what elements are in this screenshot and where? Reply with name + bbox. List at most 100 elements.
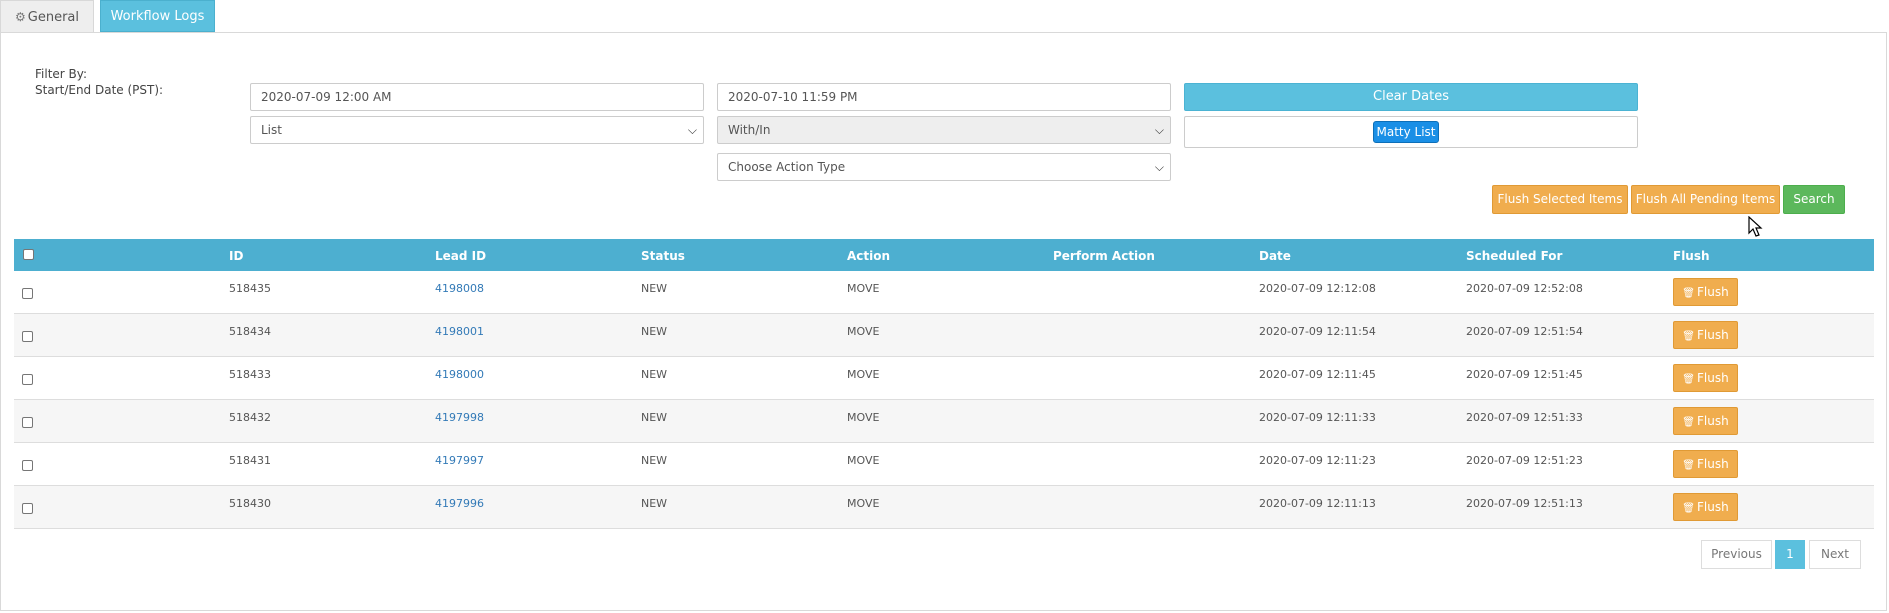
table-row: 518432 4197998 NEW MOVE 2020-07-09 12:11…	[14, 400, 1874, 443]
cell-action: MOVE	[847, 368, 880, 381]
condition-select[interactable]: With/In ⌵	[717, 116, 1171, 144]
cell-id: 518433	[229, 368, 271, 381]
action-type-select-value: Choose Action Type	[728, 160, 846, 174]
tab-workflow-logs-label: Workflow Logs	[110, 9, 205, 24]
cell-status: NEW	[641, 282, 668, 295]
trash-icon: 🗑	[1682, 460, 1695, 471]
flush-button-label: Flush	[1697, 500, 1729, 514]
pagination-previous[interactable]: Previous	[1701, 540, 1772, 569]
cell-lead-id-link[interactable]: 4197998	[435, 411, 484, 424]
cell-lead-id-link[interactable]: 4198008	[435, 282, 484, 295]
select-all-checkbox[interactable]	[23, 249, 34, 260]
filter-by-label: Filter By:	[35, 67, 88, 81]
date-range-label: Start/End Date (PST):	[35, 83, 164, 97]
column-header-status[interactable]: Status	[641, 239, 685, 273]
cell-id: 518431	[229, 454, 271, 467]
cell-action: MOVE	[847, 497, 880, 510]
trash-icon: 🗑	[1682, 503, 1695, 514]
action-type-select[interactable]: Choose Action Type ⌵	[717, 153, 1171, 181]
row-checkbox[interactable]	[22, 374, 33, 385]
table-row: 518431 4197997 NEW MOVE 2020-07-09 12:11…	[14, 443, 1874, 486]
trash-icon: 🗑	[1682, 288, 1695, 299]
start-date-input[interactable]: 2020-07-09 12:00 AM	[250, 83, 704, 111]
cell-id: 518435	[229, 282, 271, 295]
column-header-flush[interactable]: Flush	[1673, 239, 1710, 273]
clear-dates-button[interactable]: Clear Dates	[1184, 83, 1638, 111]
table-row: 518433 4198000 NEW MOVE 2020-07-09 12:11…	[14, 357, 1874, 400]
list-tag-input[interactable]: Matty List	[1184, 116, 1638, 148]
cell-scheduled-for: 2020-07-09 12:52:08	[1466, 282, 1583, 295]
cell-status: NEW	[641, 411, 668, 424]
end-date-input[interactable]: 2020-07-10 11:59 PM	[717, 83, 1171, 111]
flush-all-pending-items-button[interactable]: Flush All Pending Items	[1631, 185, 1780, 214]
flush-button[interactable]: 🗑 Flush	[1673, 493, 1738, 521]
column-header-scheduled-for[interactable]: Scheduled For	[1466, 239, 1562, 273]
column-header-action[interactable]: Action	[847, 239, 890, 273]
cell-lead-id-link[interactable]: 4198000	[435, 368, 484, 381]
cell-action: MOVE	[847, 325, 880, 338]
mouse-cursor-icon	[1748, 216, 1763, 237]
flush-button[interactable]: 🗑 Flush	[1673, 450, 1738, 478]
cell-scheduled-for: 2020-07-09 12:51:13	[1466, 497, 1583, 510]
cell-scheduled-for: 2020-07-09 12:51:45	[1466, 368, 1583, 381]
cell-lead-id-link[interactable]: 4197996	[435, 497, 484, 510]
trash-icon: 🗑	[1682, 374, 1695, 385]
column-header-id[interactable]: ID	[229, 239, 243, 273]
cell-date: 2020-07-09 12:12:08	[1259, 282, 1376, 295]
cell-lead-id-link[interactable]: 4198001	[435, 325, 484, 338]
tab-general[interactable]: ⚙ General	[0, 0, 94, 32]
cell-id: 518430	[229, 497, 271, 510]
cell-action: MOVE	[847, 282, 880, 295]
chevron-down-icon: ⌵	[1154, 160, 1164, 174]
pagination-next[interactable]: Next	[1809, 540, 1861, 569]
cell-action: MOVE	[847, 454, 880, 467]
flush-button-label: Flush	[1697, 457, 1729, 471]
flush-button-label: Flush	[1697, 285, 1729, 299]
flush-button-label: Flush	[1697, 371, 1729, 385]
condition-select-value: With/In	[728, 123, 771, 137]
column-header-lead-id[interactable]: Lead ID	[435, 239, 486, 273]
cell-date: 2020-07-09 12:11:33	[1259, 411, 1376, 424]
tab-workflow-logs[interactable]: Workflow Logs	[100, 0, 215, 32]
cell-date: 2020-07-09 12:11:54	[1259, 325, 1376, 338]
pagination-page-1[interactable]: 1	[1775, 540, 1805, 569]
column-header-date[interactable]: Date	[1259, 239, 1291, 273]
table-row: 518430 4197996 NEW MOVE 2020-07-09 12:11…	[14, 486, 1874, 529]
flush-button[interactable]: 🗑 Flush	[1673, 321, 1738, 349]
flush-selected-items-button[interactable]: Flush Selected Items	[1492, 185, 1628, 214]
trash-icon: 🗑	[1682, 417, 1695, 428]
table-row: 518434 4198001 NEW MOVE 2020-07-09 12:11…	[14, 314, 1874, 357]
cogs-icon: ⚙	[15, 10, 26, 24]
cell-date: 2020-07-09 12:11:23	[1259, 454, 1376, 467]
cell-status: NEW	[641, 368, 668, 381]
cell-date: 2020-07-09 12:11:45	[1259, 368, 1376, 381]
tab-general-label: General	[27, 10, 79, 25]
cell-scheduled-for: 2020-07-09 12:51:33	[1466, 411, 1583, 424]
flush-button[interactable]: 🗑 Flush	[1673, 407, 1738, 435]
row-checkbox[interactable]	[22, 288, 33, 299]
chevron-down-icon: ⌵	[1154, 123, 1164, 137]
cell-lead-id-link[interactable]: 4197997	[435, 454, 484, 467]
flush-button[interactable]: 🗑 Flush	[1673, 278, 1738, 306]
cell-date: 2020-07-09 12:11:13	[1259, 497, 1376, 510]
table-header: ID Lead ID Status Action Perform Action …	[14, 239, 1874, 271]
end-date-value: 2020-07-10 11:59 PM	[728, 90, 858, 104]
row-checkbox[interactable]	[22, 417, 33, 428]
search-button[interactable]: Search	[1783, 185, 1845, 214]
cell-scheduled-for: 2020-07-09 12:51:54	[1466, 325, 1583, 338]
row-checkbox[interactable]	[22, 460, 33, 471]
column-header-perform-action[interactable]: Perform Action	[1053, 239, 1155, 273]
flush-button[interactable]: 🗑 Flush	[1673, 364, 1738, 392]
trash-icon: 🗑	[1682, 331, 1695, 342]
type-select-value: List	[261, 123, 282, 137]
row-checkbox[interactable]	[22, 503, 33, 514]
selected-tag[interactable]: Matty List	[1373, 121, 1439, 143]
cell-action: MOVE	[847, 411, 880, 424]
cell-status: NEW	[641, 325, 668, 338]
flush-button-label: Flush	[1697, 328, 1729, 342]
row-checkbox[interactable]	[22, 331, 33, 342]
type-select[interactable]: List ⌵	[250, 116, 704, 144]
cell-id: 518432	[229, 411, 271, 424]
flush-button-label: Flush	[1697, 414, 1729, 428]
chevron-down-icon: ⌵	[687, 123, 697, 137]
